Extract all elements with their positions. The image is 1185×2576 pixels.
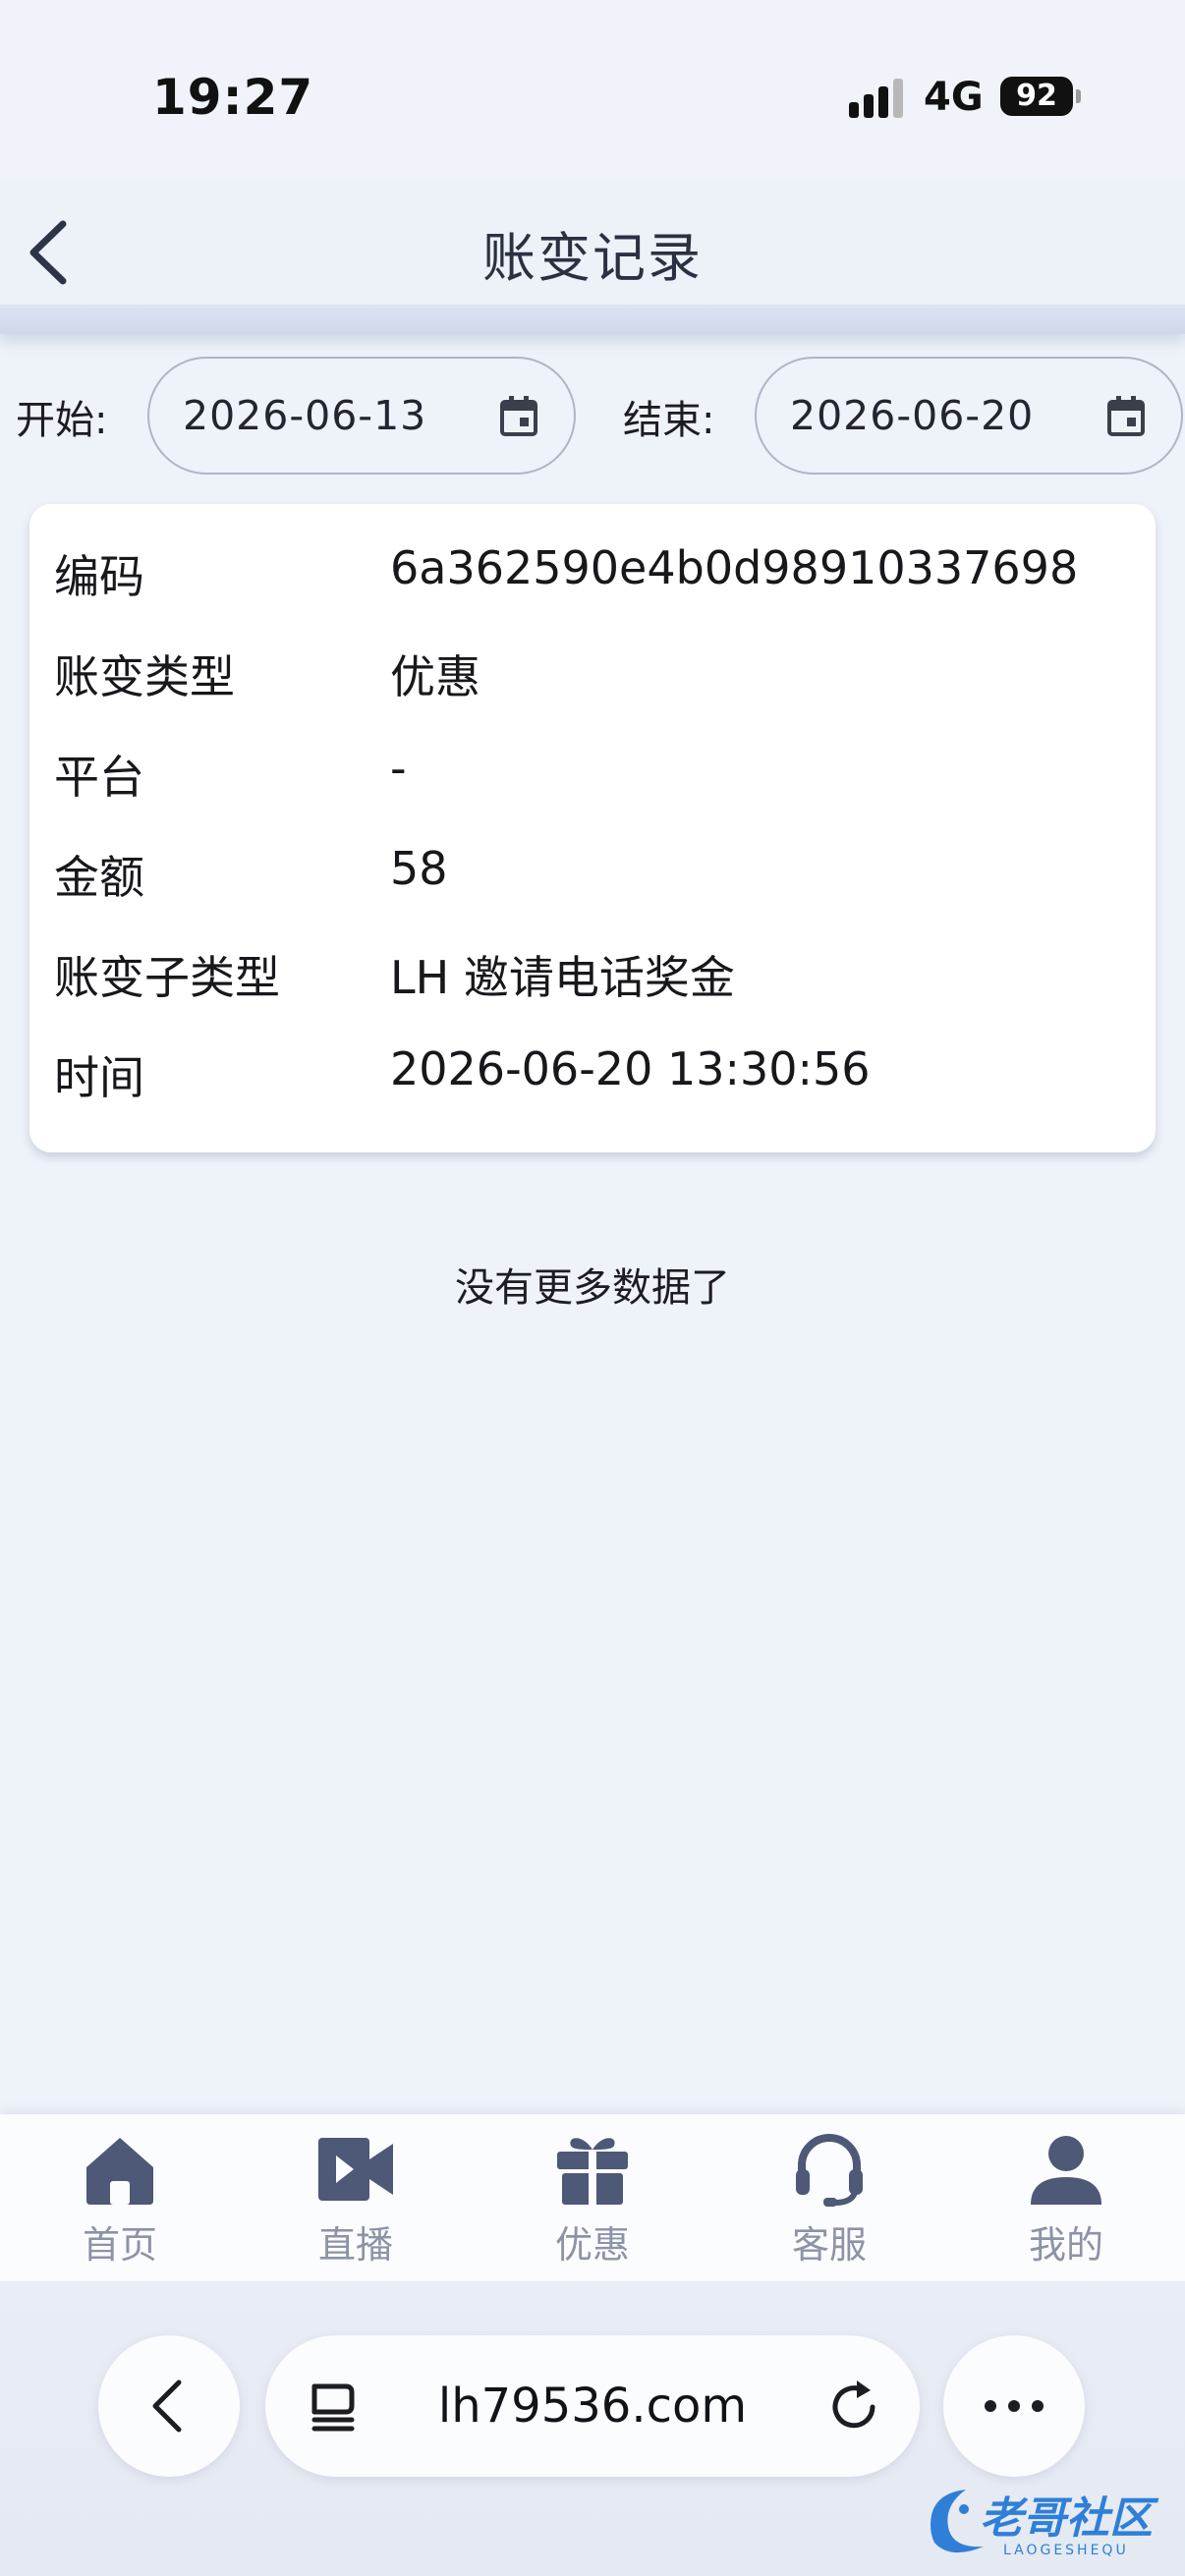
battery-icon: 92	[1000, 77, 1081, 116]
transaction-record-card: 编码 6a362590e4b0d98910337698 账变类型 优惠 平台 -…	[29, 504, 1156, 1152]
tab-live[interactable]: 直播	[287, 2130, 424, 2277]
page-title: 账变记录	[482, 227, 703, 289]
record-key: 金额	[54, 851, 144, 904]
tab-home[interactable]: 首页	[51, 2130, 189, 2277]
status-bar: 19:27 4G 92	[0, 0, 1185, 182]
record-key: 账变类型	[54, 650, 235, 703]
tab-mine[interactable]: 我的	[997, 2130, 1135, 2277]
watermark-logo: 老哥社区 LAOGESHEQU	[931, 2490, 1159, 2558]
more-dots-icon	[985, 2400, 1044, 2412]
record-value: 6a362590e4b0d98910337698	[390, 541, 1079, 594]
address-bar[interactable]: lh79536.com	[265, 2335, 920, 2477]
record-value: -	[390, 742, 407, 795]
browser-back-button[interactable]	[98, 2335, 240, 2477]
status-time: 19:27	[152, 69, 314, 126]
tab-label: 客服	[791, 2223, 867, 2267]
calendar-icon	[500, 396, 537, 436]
record-value: 优惠	[390, 650, 480, 703]
tab-label: 我的	[1028, 2223, 1103, 2267]
record-row-time: 时间 2026-06-20 13:30:56	[29, 1033, 1156, 1111]
gift-icon	[557, 2138, 628, 2205]
end-date-label: 结束:	[623, 398, 715, 443]
start-date-label: 开始:	[16, 398, 108, 443]
record-key: 账变子类型	[54, 951, 280, 1004]
svg-text:LAOGESHEQU: LAOGESHEQU	[1003, 2543, 1129, 2558]
calendar-icon	[1107, 396, 1145, 436]
record-row-amount: 金额 58	[29, 832, 1156, 911]
record-row-subtype: 账变子类型 LH 邀请电话奖金	[29, 932, 1156, 1011]
start-date-value: 2026-06-13	[183, 392, 427, 439]
headset-icon	[796, 2134, 863, 2207]
tab-label: 首页	[82, 2223, 157, 2267]
record-key: 平台	[54, 751, 144, 804]
svg-text:老哥社区: 老哥社区	[980, 2493, 1159, 2544]
tab-label: 优惠	[554, 2223, 630, 2267]
reload-icon[interactable]	[823, 2377, 884, 2437]
bottom-tab-bar: 首页 直播 优惠 客服 我的	[0, 2114, 1185, 2281]
user-icon	[1031, 2136, 1101, 2205]
record-value: LH 邀请电话奖金	[390, 951, 735, 1004]
end-date-value: 2026-06-20	[790, 392, 1035, 439]
url-text: lh79536.com	[437, 2379, 748, 2434]
record-key: 时间	[54, 1051, 144, 1104]
start-date-field[interactable]: 2026-06-13	[147, 357, 576, 475]
record-value: 58	[390, 842, 448, 895]
tab-support[interactable]: 客服	[761, 2130, 898, 2277]
record-key: 编码	[54, 550, 144, 603]
network-type: 4G	[924, 75, 984, 120]
chevron-left-icon	[152, 2380, 182, 2433]
no-more-data-text: 没有更多数据了	[455, 1265, 730, 1311]
end-date-field[interactable]: 2026-06-20	[755, 357, 1183, 475]
record-row-platform: 平台 -	[29, 732, 1156, 811]
page: 19:27 4G 92 账变记录 开始: 2026-06-13 结束: 2026…	[0, 0, 1185, 2576]
cellular-signal-icon	[849, 79, 906, 118]
browser-more-button[interactable]	[943, 2335, 1085, 2477]
record-value: 2026-06-20 13:30:56	[390, 1042, 871, 1095]
tab-promotions[interactable]: 优惠	[524, 2130, 661, 2277]
record-row-type: 账变类型 优惠	[29, 632, 1156, 710]
video-icon	[318, 2138, 393, 2201]
tab-label: 直播	[317, 2223, 393, 2267]
home-icon	[86, 2138, 153, 2205]
header-shadow-band	[0, 305, 1185, 334]
record-row-code: 编码 6a362590e4b0d98910337698	[29, 532, 1156, 610]
